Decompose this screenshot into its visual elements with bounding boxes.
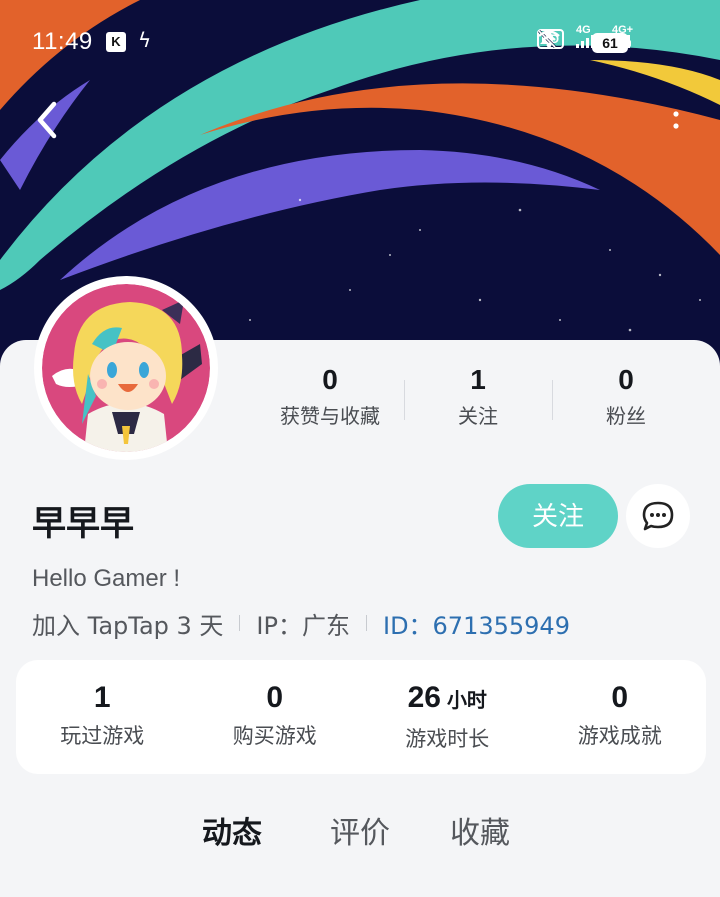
stat-value: 0 [611,681,629,714]
stat-play-time[interactable]: 26 小时 游戏时长 [361,660,534,774]
stat-games-purchased[interactable]: 0 购买游戏 [189,660,362,774]
stat-label: 游戏时长 [405,727,490,751]
stat-value: 0 [266,681,284,714]
stat-likes-favorites[interactable]: 0 获赞与收藏 [256,362,404,442]
profile-meta: 加入 TapTap 3 天 IP：广东 ID：671355949 [32,606,570,641]
username: 早早早 [32,504,134,544]
game-stats-card: 1 玩过游戏 0 购买游戏 26 小时 游戏时长 0 游戏成就 [16,660,706,774]
stat-followers[interactable]: 0 粉丝 [552,362,700,442]
divider [239,615,241,631]
stat-label: 玩过游戏 [60,724,145,748]
stat-value: 1 [470,364,486,395]
bio: Hello Gamer ! [32,565,181,592]
stat-value: 26 小时 [407,681,487,714]
message-button[interactable] [626,484,690,548]
stat-value: 1 [93,681,111,714]
divider [365,615,367,631]
back-button[interactable] [28,96,72,144]
avatar-image [42,284,210,452]
more-vertical-icon [673,111,679,129]
stat-achievements[interactable]: 0 游戏成就 [534,660,707,774]
avatar[interactable] [34,276,218,460]
stat-label: 获赞与收藏 [280,404,380,428]
k-badge-icon: K [106,32,126,52]
user-id[interactable]: ID：671355949 [383,606,570,641]
tab-favorites[interactable]: 收藏 [450,808,510,852]
wifi-icon [537,30,560,48]
stat-label: 购买游戏 [232,724,317,748]
tab-reviews[interactable]: 评价 [330,808,390,852]
stat-label: 关注 [458,404,498,428]
social-stats: 0 获赞与收藏 1 关注 0 粉丝 [256,362,700,442]
stat-label: 游戏成就 [577,724,662,748]
join-duration: 加入 TapTap 3 天 [32,611,224,640]
status-time: 11:49 [32,28,93,55]
stat-unit: 小时 [446,690,487,712]
ip-location: IP：广东 [256,611,350,640]
stat-value: 0 [322,364,338,395]
follow-button[interactable]: 关注 [498,484,618,548]
battery-icon: 61 [592,33,631,53]
tab-feed[interactable]: 动态 [202,808,262,852]
chat-bubble-icon [642,501,674,531]
status-bar: 11:49 K ϟ HD 4G 4G+ 61 [0,22,720,62]
stat-value: 0 [618,364,634,395]
active-tab-indicator [204,852,260,860]
stat-games-played[interactable]: 1 玩过游戏 [16,660,189,774]
stat-following[interactable]: 1 关注 [404,362,552,442]
stat-label: 粉丝 [606,404,646,428]
more-options-button[interactable] [664,104,688,144]
lightning-icon: ϟ [138,28,152,52]
chevron-left-icon [37,101,57,139]
profile-tabs: 动态 评价 收藏 [0,808,720,868]
